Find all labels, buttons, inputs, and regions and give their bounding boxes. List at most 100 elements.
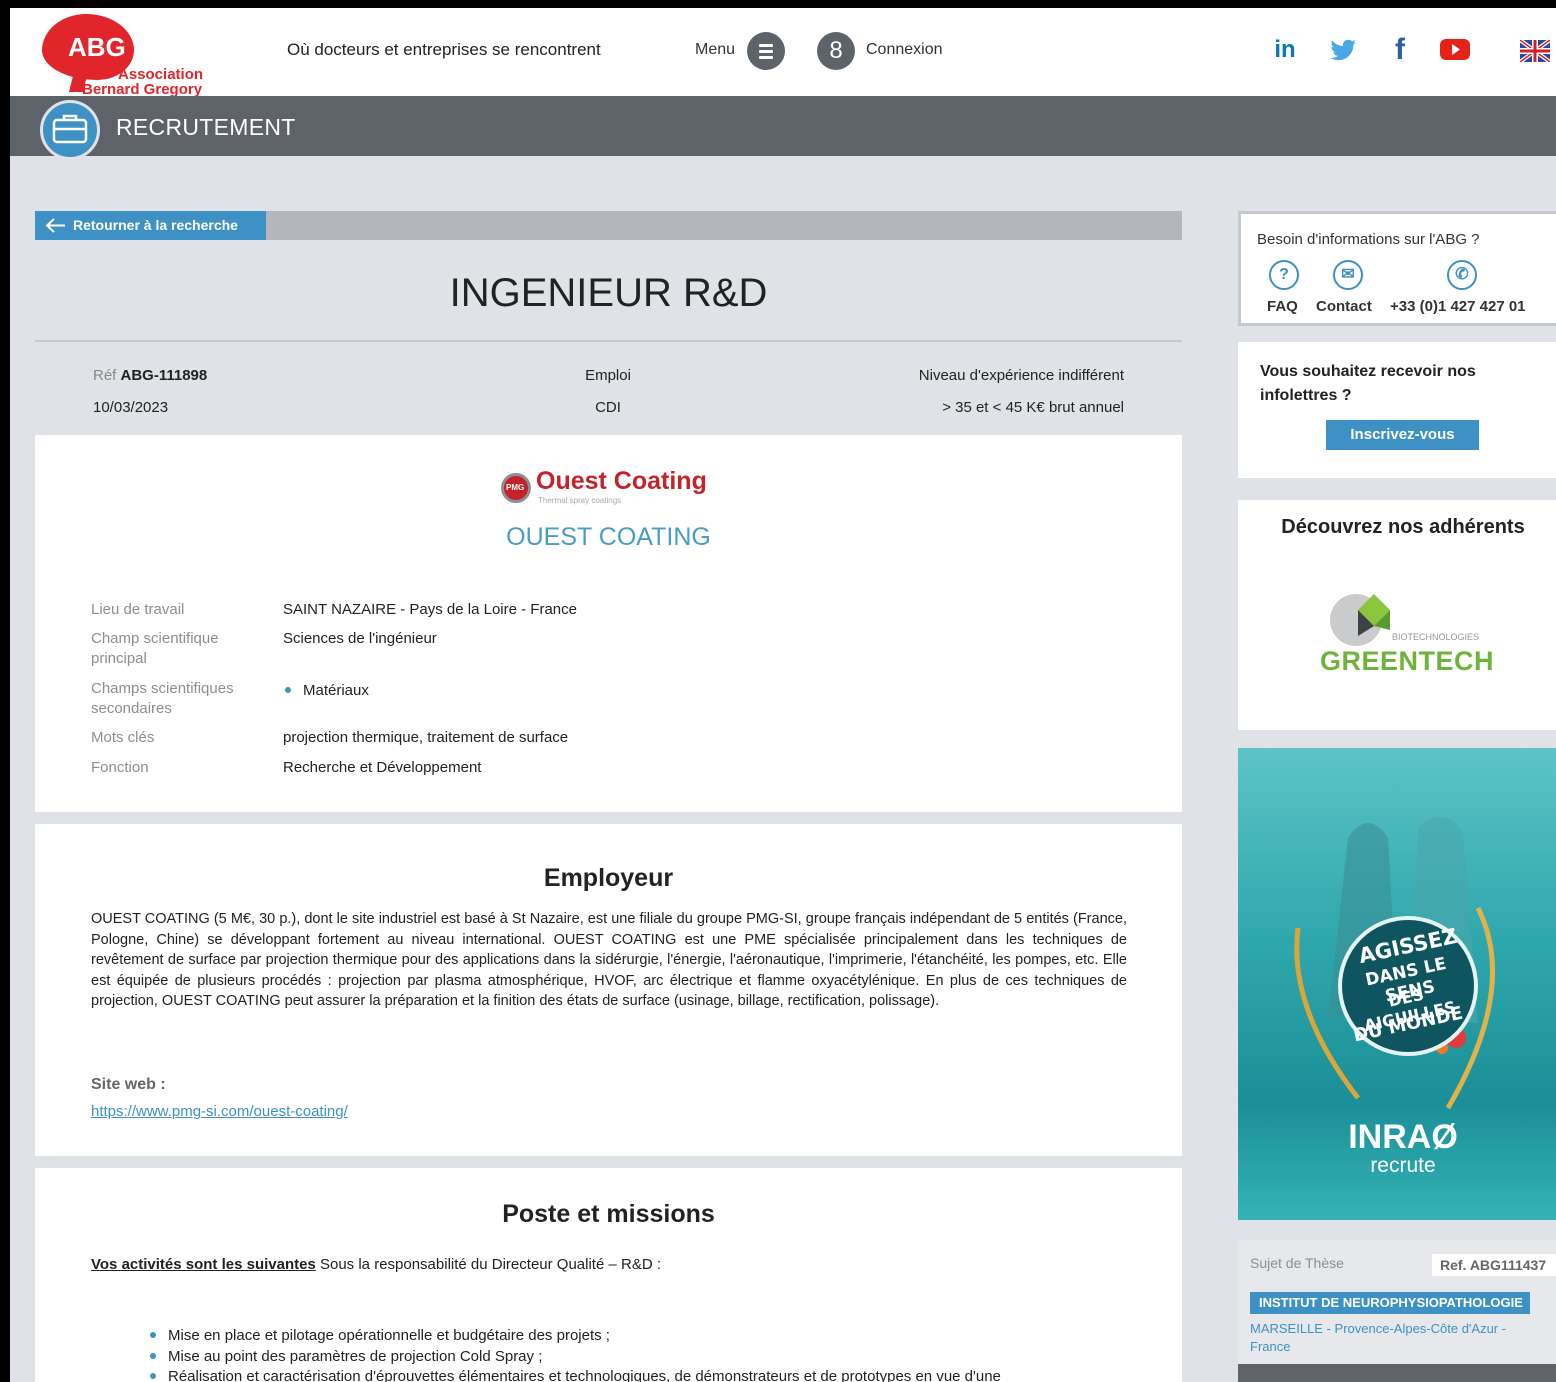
champs-secondaires-label-line2: secondaires	[91, 700, 172, 717]
ref-prefix: Réf	[93, 367, 117, 384]
job-title: INGENIEUR R&D	[449, 271, 768, 315]
poste-heading: Poste et missions	[502, 1200, 715, 1228]
lieu-label: Lieu de travail	[91, 601, 185, 618]
company-logo-name: Ouest Coating	[536, 467, 707, 495]
info-box: Besoin d'informations sur l'ABG ? ? ✉ ✆ …	[1238, 211, 1556, 326]
ref-value: ABG-111898	[120, 367, 208, 384]
menu-button[interactable]	[747, 32, 785, 70]
champs-secondaires-label-line1: Champs scientifiques	[91, 680, 234, 697]
job-experience: Niveau d'expérience indifférent	[918, 367, 1124, 384]
mission-text: Mise au point des paramètres de projecti…	[168, 1347, 543, 1365]
hamburger-icon-line	[759, 56, 773, 59]
subscribe-button[interactable]: Inscrivez-vous	[1326, 420, 1479, 450]
bullet-icon	[150, 1352, 156, 1359]
linkedin-icon[interactable]: in	[1270, 32, 1300, 68]
uk-flag-icon[interactable]	[1520, 40, 1550, 62]
faq-link[interactable]: FAQ	[1267, 298, 1298, 315]
logo-abg-text: ABG	[68, 32, 126, 62]
mission-text: Réalisation et caractérisation d'éprouve…	[168, 1368, 1001, 1382]
inrae-logo: INRAØ	[1348, 1118, 1458, 1156]
question-icon[interactable]: ?	[1269, 260, 1299, 290]
mail-icon[interactable]: ✉	[1333, 260, 1363, 290]
bullet-icon	[285, 687, 291, 694]
back-to-search-button[interactable]: Retourner à la recherche	[35, 211, 266, 240]
inrae-ad-banner[interactable]: AGISSEZ DANS LE SENS DES AIGUILLES DU MO…	[1238, 748, 1556, 1220]
company-logo-subtitle: Thermal spray coatings	[538, 496, 622, 505]
abg-logo[interactable]: ABG Association Bernard Gregory	[38, 14, 218, 98]
facebook-icon[interactable]: f	[1388, 32, 1412, 68]
thesis-location: MARSEILLE - Provence-Alpes-Côte d'Azur -…	[1250, 1321, 1507, 1354]
bullet-icon	[150, 1373, 156, 1380]
champ-principal-label-line1: Champ scientifique	[91, 630, 219, 647]
company-panel: PMG Ouest Coating Thermal spray coatings…	[35, 435, 1182, 812]
thesis-teaser[interactable]: Sujet de Thèse Ref. ABG111437 INSTITUT D…	[1238, 1240, 1556, 1382]
thesis-type-label: Sujet de Thèse	[1250, 1255, 1344, 1271]
back-to-search-label: Retourner à la recherche	[73, 217, 238, 233]
list-item: Mise au point des paramètres de projecti…	[148, 1347, 1138, 1368]
members-title: Découvrez nos adhérents	[1281, 516, 1525, 538]
fonction-value: Recherche et Développement	[283, 759, 482, 776]
poste-missions-list: Mise en place et pilotage opérationnelle…	[148, 1326, 1138, 1382]
thesis-footer-bar	[1238, 1364, 1556, 1382]
thesis-ref-badge: Ref. ABG111437	[1432, 1254, 1556, 1276]
job-date: 10/03/2023	[93, 399, 169, 416]
employer-description: OUEST COATING (5 M€, 30 p.), dont le sit…	[91, 911, 1127, 1010]
job-contract: CDI	[595, 399, 621, 416]
pmg-badge-text: PMG	[506, 483, 525, 492]
champs-secondaires-item: Matériaux	[283, 681, 369, 701]
members-box: Découvrez nos adhérents BIOTECHNOLOGIES …	[1238, 500, 1556, 730]
pmg-badge-icon: PMG	[501, 473, 531, 503]
employer-heading: Employeur	[543, 864, 674, 892]
poste-panel: Poste et missions Vos activités sont les…	[35, 1168, 1182, 1382]
job-reference: Réf ABG-111898	[93, 367, 207, 384]
site-web-link[interactable]: https://www.pmg-si.com/ouest-coating/	[91, 1103, 348, 1120]
thesis-organization[interactable]: INSTITUT DE NEUROPHYSIOPATHOLOGIE	[1250, 1292, 1530, 1314]
back-bar: Retourner à la recherche	[35, 211, 1182, 240]
greentech-name: GREENTECH	[1320, 646, 1495, 676]
champ-principal-label-line2: principal	[91, 650, 147, 667]
section-title: RECRUTEMENT	[116, 114, 296, 140]
job-salary: > 35 et < 45 K€ brut annuel	[942, 399, 1124, 416]
ad-recrute-text: recrute	[1370, 1154, 1436, 1177]
fonction-label: Fonction	[91, 759, 149, 776]
poste-intro-bold: Vos activités sont les suivantes	[91, 1256, 316, 1273]
site-web-label: Site web :	[91, 1076, 166, 1093]
page: ABG Association Bernard Gregory Où docte…	[10, 8, 1556, 1382]
champs-secondaires-value: Matériaux	[303, 682, 369, 699]
mots-cles-label: Mots clés	[91, 729, 155, 746]
bullet-icon	[150, 1332, 156, 1339]
champ-principal-value: Sciences de l'ingénieur	[283, 630, 437, 647]
mission-text: Mise en place et pilotage opérationnelle…	[168, 1327, 610, 1344]
divider	[35, 340, 1182, 342]
menu-label[interactable]: Menu	[695, 41, 735, 59]
list-item: Réalisation et caractérisation d'éprouve…	[148, 1367, 1138, 1382]
briefcase-icon	[40, 100, 100, 160]
hamburger-icon-line	[759, 50, 773, 53]
contact-link[interactable]: Contact	[1316, 298, 1372, 315]
phone-number[interactable]: +33 (0)1 427 427 01	[1390, 298, 1526, 315]
arrow-left-icon	[45, 218, 65, 233]
connexion-link[interactable]: Connexion	[866, 41, 943, 59]
youtube-icon[interactable]	[1438, 32, 1472, 68]
hamburger-icon-line	[759, 44, 773, 47]
user-icon[interactable]: 8	[817, 32, 855, 70]
company-logo: PMG Ouest Coating Thermal spray coatings	[501, 467, 721, 505]
info-title: Besoin d'informations sur l'ABG ?	[1257, 231, 1480, 248]
greentech-sub: BIOTECHNOLOGIES	[1392, 632, 1480, 642]
poste-intro-rest: Sous la responsabilité du Directeur Qual…	[315, 1256, 661, 1273]
tagline: Où docteurs et entreprises se rencontren…	[287, 40, 601, 59]
newsletter-text: Vous souhaitez recevoir nos infolettres …	[1260, 363, 1476, 404]
ad-slogan-badge: AGISSEZ DANS LE SENS DES AIGUILLES DU MO…	[1338, 916, 1478, 1056]
list-item: Mise en place et pilotage opérationnelle…	[148, 1326, 1138, 1347]
job-type: Emploi	[585, 367, 631, 384]
twitter-icon[interactable]	[1326, 32, 1360, 68]
company-name[interactable]: OUEST COATING	[35, 523, 1182, 552]
site-header: ABG Association Bernard Gregory Où docte…	[10, 8, 1556, 98]
phone-icon[interactable]: ✆	[1447, 260, 1477, 290]
employer-panel: Employeur OUEST COATING (5 M€, 30 p.), d…	[35, 824, 1182, 1156]
mots-cles-value: projection thermique, traitement de surf…	[283, 729, 569, 746]
newsletter-box: Vous souhaitez recevoir nos infolettres …	[1238, 342, 1556, 478]
lieu-value: SAINT NAZAIRE - Pays de la Loire - Franc…	[283, 601, 577, 618]
greentech-logo[interactable]: BIOTECHNOLOGIES GREENTECH	[1318, 590, 1498, 685]
poste-intro: Vos activités sont les suivantes Sous la…	[91, 1256, 661, 1273]
